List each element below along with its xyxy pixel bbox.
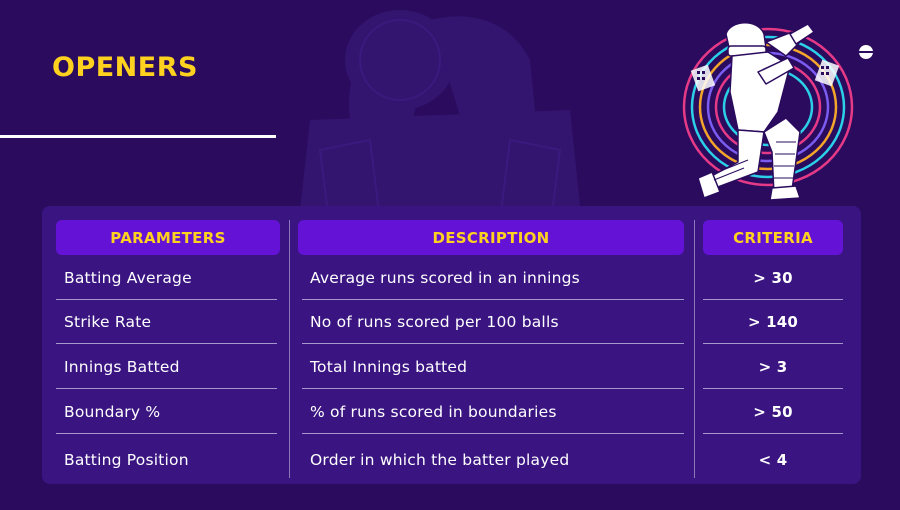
criteria-text: > 3: [758, 358, 788, 376]
description-text: Total Innings batted: [310, 358, 468, 376]
table-row-criteria: > 50: [703, 390, 843, 434]
table-row-description: Average runs scored in an innings: [302, 256, 684, 300]
table-row-description: No of runs scored per 100 balls: [302, 300, 684, 344]
header-description: DESCRIPTION: [298, 220, 684, 255]
table-row-criteria: > 140: [703, 300, 843, 344]
description-text: Average runs scored in an innings: [310, 269, 580, 287]
cricket-batter-icon: [680, 22, 856, 201]
table-row-parameter: Batting Position: [56, 438, 277, 482]
table-row-description: % of runs scored in boundaries: [302, 390, 684, 434]
table-row-parameter: Boundary %: [56, 390, 277, 434]
table-row-parameter: Batting Average: [56, 256, 277, 300]
cricket-ball-icon: [859, 45, 873, 59]
description-text: % of runs scored in boundaries: [310, 403, 557, 421]
parameter-text: Batting Average: [64, 269, 192, 287]
parameter-text: Innings Batted: [64, 358, 180, 376]
table-row-parameter: Strike Rate: [56, 300, 277, 344]
criteria-text: < 4: [758, 451, 788, 469]
description-text: Order in which the batter played: [310, 451, 570, 469]
column-divider-1: [289, 220, 290, 478]
criteria-text: > 30: [753, 269, 793, 287]
parameter-text: Batting Position: [64, 451, 189, 469]
table-row-description: Order in which the batter played: [302, 438, 684, 482]
title-underline: [0, 135, 276, 138]
page-title: OPENERS: [52, 52, 198, 83]
criteria-text: > 50: [753, 403, 793, 421]
criteria-text: > 140: [747, 313, 799, 331]
table-row-parameter: Innings Batted: [56, 345, 277, 389]
header-criteria: CRITERIA: [703, 220, 843, 255]
description-text: No of runs scored per 100 balls: [310, 313, 559, 331]
parameter-text: Strike Rate: [64, 313, 152, 331]
table-row-criteria: > 30: [703, 256, 843, 300]
header-parameters: PARAMETERS: [56, 220, 280, 255]
table-row-criteria: > 3: [703, 345, 843, 389]
table-row-criteria: < 4: [703, 438, 843, 482]
column-divider-2: [694, 220, 695, 478]
table-row-description: Total Innings batted: [302, 345, 684, 389]
parameter-text: Boundary %: [64, 403, 161, 421]
